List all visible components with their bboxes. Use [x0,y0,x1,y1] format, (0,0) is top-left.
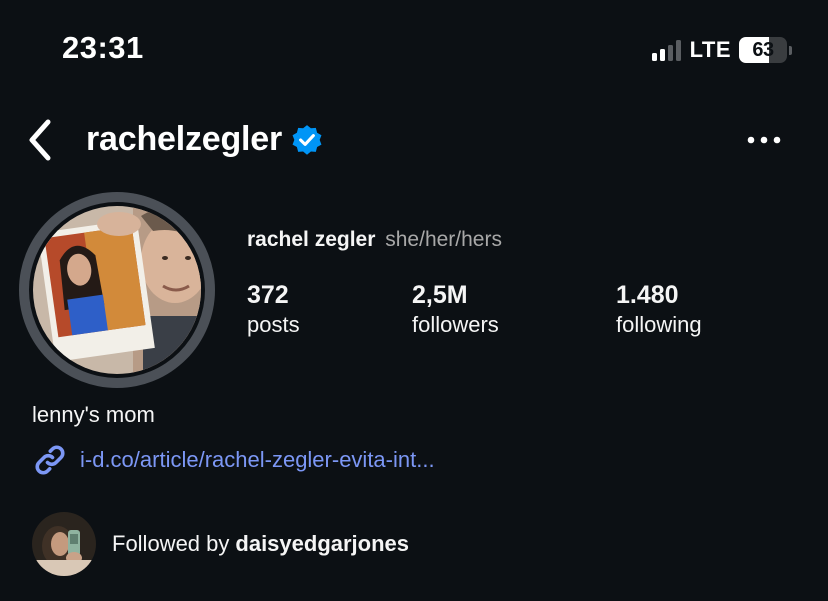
followed-by-username[interactable]: daisyedgarjones [235,531,409,556]
followers-label: followers [412,312,499,337]
battery-percent: 63 [752,38,774,61]
profile-avatar[interactable] [19,192,215,388]
more-options-button[interactable] [740,124,788,156]
bio-text: lenny's mom [32,402,155,427]
following-stat[interactable]: 1.480 following [616,280,702,340]
status-indicators: LTE 63 [651,36,792,64]
chevron-left-icon [29,119,51,161]
followed-by-row[interactable]: Followed by daisyedgarjones [32,512,409,576]
page-title: rachelzegler [86,120,283,158]
network-type: LTE [689,37,731,62]
avatar-photo [33,206,201,374]
back-button[interactable] [18,116,62,164]
posts-count: 372 [247,281,289,309]
followers-stat[interactable]: 2,5M followers [412,280,499,340]
pronouns: she/her/hers [385,228,502,251]
profile-header: rachelzegler [86,120,324,159]
profile-link-text[interactable]: i-d.co/article/rachel-zegler-evita-int..… [80,447,435,473]
followers-count: 2,5M [412,281,468,309]
more-horizontal-icon [747,136,781,144]
profile-link[interactable]: i-d.co/article/rachel-zegler-evita-int..… [32,442,435,478]
display-name-line: rachel zegler she/her/hers [247,228,502,252]
battery-icon: 63 [739,37,792,63]
following-count: 1.480 [616,281,679,309]
following-label: following [616,312,702,337]
follower-avatar [32,512,96,576]
link-icon [35,445,65,475]
posts-label: posts [247,312,300,337]
display-name: rachel zegler [247,228,376,251]
status-time: 23:31 [62,30,144,65]
posts-stat[interactable]: 372 posts [247,280,300,340]
cellular-signal-icon [651,39,681,61]
followed-by-label: Followed by [112,531,230,556]
verified-badge-icon [292,124,322,155]
